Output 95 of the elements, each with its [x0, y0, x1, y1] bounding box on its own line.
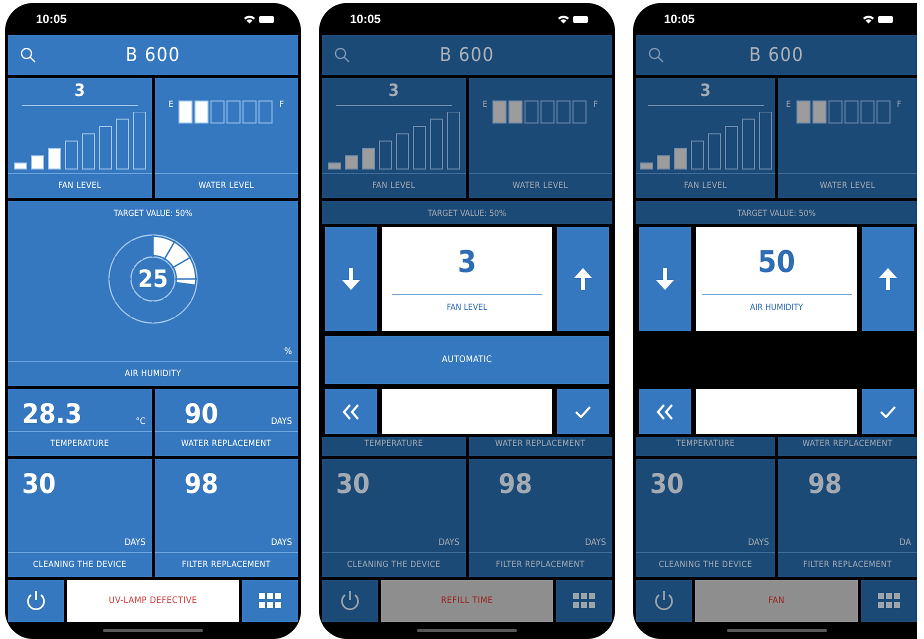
input-field[interactable] [696, 389, 857, 434]
status-time: 10:05 [36, 12, 67, 26]
fan-level-value: 3 [700, 81, 711, 101]
tile-label: CLEANING THE DEVICE [8, 552, 152, 577]
double-chevron-icon [656, 404, 674, 420]
tile-label: FILTER REPLACEMENT [468, 552, 612, 577]
down-arrow-icon [342, 268, 360, 290]
power-icon [25, 590, 47, 612]
tile-label: FILTER REPLACEMENT [778, 552, 917, 577]
tile-unit: DAYS [438, 538, 460, 548]
empty-mark: E [482, 100, 488, 110]
status-time: 10:05 [664, 12, 695, 26]
tile-label: TEMPERATURE [8, 431, 152, 456]
menu-button[interactable] [861, 580, 917, 622]
tile-value: 98 [808, 469, 842, 500]
increase-button[interactable] [557, 227, 609, 332]
tile-unit: DA [899, 538, 911, 548]
tile-unit: DAYS [748, 538, 769, 548]
device-title: B 600 [749, 44, 804, 66]
grid-icon [259, 593, 281, 609]
tile-unit: DAYS [270, 538, 292, 548]
tile-label: WATER LEVEL [468, 173, 612, 198]
tile-unit: °C [136, 417, 146, 427]
tile-label: AIR HUMIDITY [8, 361, 298, 386]
tile-value: 98 [498, 469, 532, 500]
checkmark-icon [575, 406, 591, 418]
tile-label: FILTER REPLACEMENT [154, 552, 298, 577]
tile-label: CLEANING THE DEVICE [322, 552, 466, 577]
status-message: UV-LAMP DEFECTIVE [67, 580, 239, 622]
full-mark: F [896, 100, 902, 110]
tile-label: FAN LEVEL [636, 173, 775, 198]
tile-value: 30 [650, 469, 684, 500]
tile-value: 98 [184, 469, 218, 500]
down-arrow-icon [656, 268, 674, 290]
target-value: TARGET VALUE: 50% [114, 209, 192, 219]
grid-icon [878, 593, 900, 609]
search-icon[interactable] [648, 47, 664, 63]
tile-unit: DAYS [584, 538, 606, 548]
power-icon [653, 590, 675, 612]
confirm-button[interactable] [862, 389, 914, 434]
edit-value: 50 [758, 245, 796, 280]
full-mark: F [593, 100, 598, 110]
fan-level-value: 3 [74, 81, 86, 101]
edit-value: 3 [458, 245, 476, 280]
tile-value: 90 [184, 399, 218, 430]
tile-value: 30 [336, 469, 370, 500]
decrease-button[interactable] [639, 227, 691, 332]
power-icon [339, 590, 361, 612]
device-title: B 600 [440, 44, 494, 66]
grid-icon [573, 593, 595, 609]
power-button[interactable] [322, 580, 378, 622]
double-chevron-icon [342, 404, 360, 420]
status-message: FAN [695, 580, 858, 622]
edit-label: FAN LEVEL [446, 303, 488, 313]
tile-label: WATER LEVEL [778, 173, 917, 198]
status-time: 10:05 [350, 12, 381, 26]
checkmark-icon [880, 406, 896, 418]
edit-label: AIR HUMIDITY [750, 303, 803, 313]
tile-label: CLEANING THE DEVICE [636, 552, 775, 577]
humidity-value: 25 [138, 265, 168, 293]
empty-mark: E [168, 100, 174, 110]
power-button[interactable] [8, 580, 64, 622]
target-value: TARGET VALUE: 50% [737, 209, 816, 219]
decrease-button[interactable] [325, 227, 377, 332]
up-arrow-icon [879, 268, 897, 290]
menu-button[interactable] [556, 580, 612, 622]
wifi-battery-icon [242, 14, 276, 24]
automatic-button[interactable]: AUTOMATIC [325, 336, 609, 384]
device-title: B 600 [126, 44, 180, 66]
search-icon[interactable] [20, 47, 36, 63]
tile-label: WATER LEVEL [154, 173, 298, 198]
input-field[interactable] [382, 389, 552, 434]
tile-unit: % [284, 347, 292, 357]
tile-label: FAN LEVEL [8, 173, 152, 198]
tile-unit: DAYS [270, 417, 292, 427]
power-button[interactable] [636, 580, 692, 622]
fan-level-value: 3 [388, 81, 400, 101]
tile-value: 28.3 [22, 399, 82, 430]
back-button[interactable] [639, 389, 691, 434]
full-mark: F [279, 100, 284, 110]
tile-label: FAN LEVEL [322, 173, 466, 198]
tile-label: WATER REPLACEMENT [154, 431, 298, 456]
tile-value: 30 [22, 469, 56, 500]
menu-button[interactable] [242, 580, 298, 622]
search-icon[interactable] [334, 47, 350, 63]
wifi-battery-icon [556, 14, 590, 24]
target-value: TARGET VALUE: 50% [428, 209, 506, 219]
status-message: REFILL TIME [381, 580, 553, 622]
back-button[interactable] [325, 389, 377, 434]
increase-button[interactable] [862, 227, 914, 332]
empty-mark: E [786, 100, 791, 110]
tile-unit: DAYS [124, 538, 146, 548]
confirm-button[interactable] [557, 389, 609, 434]
up-arrow-icon [574, 268, 592, 290]
wifi-battery-icon [861, 14, 895, 24]
